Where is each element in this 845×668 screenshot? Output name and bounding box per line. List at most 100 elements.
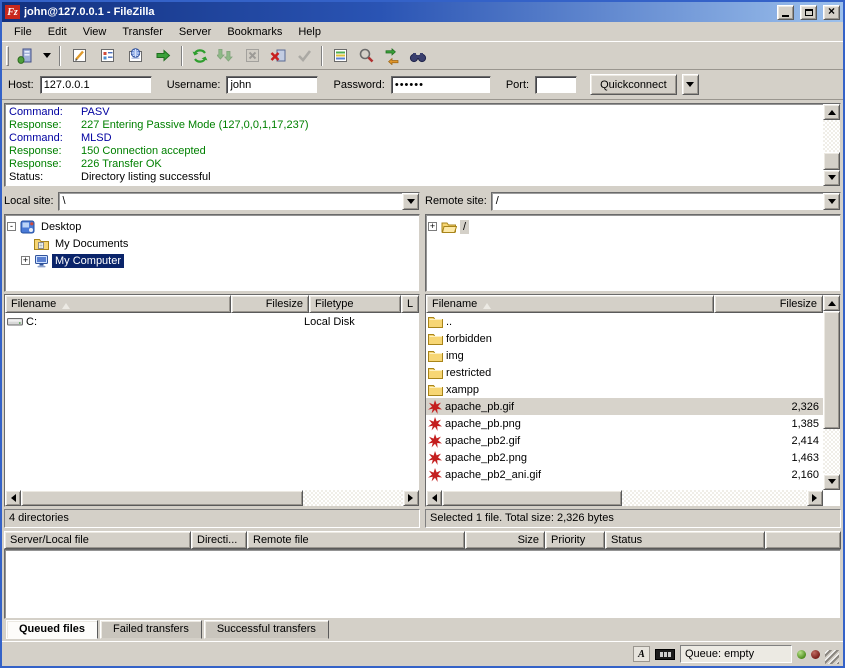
column-header-filename[interactable]: Filename — [426, 295, 714, 313]
scroll-right-button[interactable] — [403, 490, 419, 506]
process-queue-button[interactable] — [214, 44, 238, 68]
tree-item-my-documents[interactable]: My Documents — [7, 235, 417, 252]
toggle-remote-tree-button[interactable] — [122, 44, 148, 68]
column-header-last-modified[interactable]: L — [401, 295, 419, 313]
column-header-status[interactable]: Status — [605, 531, 765, 549]
column-header-filetype[interactable]: Filetype — [309, 295, 401, 313]
local-pane: Local site: \ - Desktop — [4, 189, 420, 528]
host-input[interactable] — [40, 76, 152, 94]
quickconnect-button[interactable]: Quickconnect — [590, 74, 677, 95]
menu-transfer[interactable]: Transfer — [114, 24, 171, 40]
file-row[interactable]: apache_pb.png 1,385 — [426, 415, 823, 432]
toggle-queue-button[interactable] — [150, 44, 176, 68]
scroll-up-button[interactable] — [823, 295, 840, 311]
tab-queued-files[interactable]: Queued files — [6, 620, 98, 639]
username-input[interactable] — [226, 76, 318, 94]
scroll-right-button[interactable] — [807, 490, 823, 506]
scrollbar-thumb[interactable] — [442, 490, 622, 506]
minimize-button[interactable] — [777, 5, 794, 20]
filter-icon — [332, 47, 349, 64]
queue-size-panel: Queue: empty — [680, 645, 792, 663]
toggle-message-log-button[interactable] — [66, 44, 92, 68]
menu-file[interactable]: File — [6, 24, 40, 40]
title-bar[interactable]: Fz john@127.0.0.1 - FileZilla × — [2, 2, 843, 22]
reconnect-button[interactable] — [292, 44, 316, 68]
combo-dropdown-button[interactable] — [402, 193, 419, 210]
column-header-filesize[interactable]: Filesize — [231, 295, 309, 313]
menu-bookmarks[interactable]: Bookmarks — [219, 24, 290, 40]
tab-failed-transfers[interactable]: Failed transfers — [100, 620, 202, 639]
speed-limit-icon[interactable] — [655, 649, 675, 660]
refresh-button[interactable] — [188, 44, 212, 68]
chevron-down-icon — [43, 53, 51, 62]
send-activity-led — [811, 650, 820, 659]
menu-help[interactable]: Help — [290, 24, 329, 40]
file-row[interactable]: apache_pb2.png 1,463 — [426, 449, 823, 466]
remote-horizontal-scrollbar[interactable] — [426, 490, 823, 506]
local-horizontal-scrollbar[interactable] — [5, 490, 419, 506]
tree-item-desktop[interactable]: - Desktop — [7, 218, 417, 235]
file-row[interactable]: xampp — [426, 381, 823, 398]
toolbar-grip[interactable] — [6, 46, 9, 66]
column-header-size[interactable]: Size — [465, 531, 545, 549]
directory-comparison-button[interactable] — [354, 44, 378, 68]
column-header-filesize[interactable]: Filesize — [714, 295, 823, 313]
quickconnect-dropdown-button[interactable] — [682, 74, 699, 95]
remote-vertical-scrollbar[interactable] — [823, 295, 840, 490]
data-type-indicator-icon[interactable]: A — [633, 646, 650, 662]
log-vertical-scrollbar[interactable] — [823, 104, 840, 186]
disconnect-button[interactable] — [266, 44, 290, 68]
local-site-combo[interactable]: \ — [58, 192, 420, 211]
search-button[interactable] — [406, 44, 430, 68]
column-header-server-local-file[interactable]: Server/Local file — [4, 531, 191, 549]
file-row[interactable]: forbidden — [426, 330, 823, 347]
scrollbar-thumb[interactable] — [823, 311, 840, 429]
binoculars-icon — [409, 47, 427, 65]
tree-item-my-computer[interactable]: + My Computer — [7, 252, 417, 269]
scrollbar-thumb[interactable] — [21, 490, 303, 506]
combo-dropdown-button[interactable] — [823, 193, 840, 210]
tab-successful-transfers[interactable]: Successful transfers — [204, 620, 329, 639]
tree-item-root[interactable]: + / — [428, 218, 838, 235]
file-row-c-drive[interactable]: C: Local Disk — [5, 313, 419, 330]
file-row[interactable]: img — [426, 347, 823, 364]
toggle-local-tree-button[interactable] — [94, 44, 120, 68]
scroll-down-button[interactable] — [823, 170, 840, 186]
cancel-operation-button[interactable] — [240, 44, 264, 68]
password-input[interactable] — [391, 76, 491, 94]
queue-header: Server/Local file Directi... Remote file… — [4, 531, 841, 549]
site-manager-icon — [17, 47, 35, 65]
scroll-down-button[interactable] — [823, 474, 840, 490]
expand-icon[interactable]: + — [21, 256, 30, 265]
toolbar — [2, 41, 843, 70]
file-row-selected[interactable]: apache_pb.gif 2,326 — [426, 398, 823, 415]
scroll-left-button[interactable] — [5, 490, 21, 506]
resize-grip[interactable] — [825, 650, 839, 664]
port-input[interactable] — [535, 76, 577, 94]
remote-site-combo[interactable]: / — [491, 192, 841, 211]
column-header-priority[interactable]: Priority — [545, 531, 605, 549]
menu-edit[interactable]: Edit — [40, 24, 75, 40]
file-row[interactable]: restricted — [426, 364, 823, 381]
close-button[interactable]: × — [823, 5, 840, 20]
log-line-label: Response: — [9, 145, 81, 158]
expand-icon[interactable]: + — [428, 222, 437, 231]
scrollbar-thumb[interactable] — [823, 152, 840, 170]
menu-server[interactable]: Server — [171, 24, 219, 40]
column-header-remote-file[interactable]: Remote file — [247, 531, 465, 549]
filter-button[interactable] — [328, 44, 352, 68]
file-row[interactable]: apache_pb2.gif 2,414 — [426, 432, 823, 449]
scroll-left-button[interactable] — [426, 490, 442, 506]
file-row[interactable]: apache_pb2_ani.gif 2,160 — [426, 466, 823, 483]
synchronized-browsing-button[interactable] — [380, 44, 404, 68]
maximize-button[interactable] — [800, 5, 817, 20]
menu-view[interactable]: View — [75, 24, 115, 40]
collapse-icon[interactable]: - — [7, 222, 16, 231]
my-documents-icon — [34, 237, 49, 250]
column-header-filename[interactable]: Filename — [5, 295, 231, 313]
column-header-direction[interactable]: Directi... — [191, 531, 247, 549]
site-manager-dropdown-button[interactable] — [40, 44, 54, 68]
file-row[interactable]: .. — [426, 313, 823, 330]
site-manager-button[interactable] — [14, 44, 38, 68]
scroll-up-button[interactable] — [823, 104, 840, 120]
